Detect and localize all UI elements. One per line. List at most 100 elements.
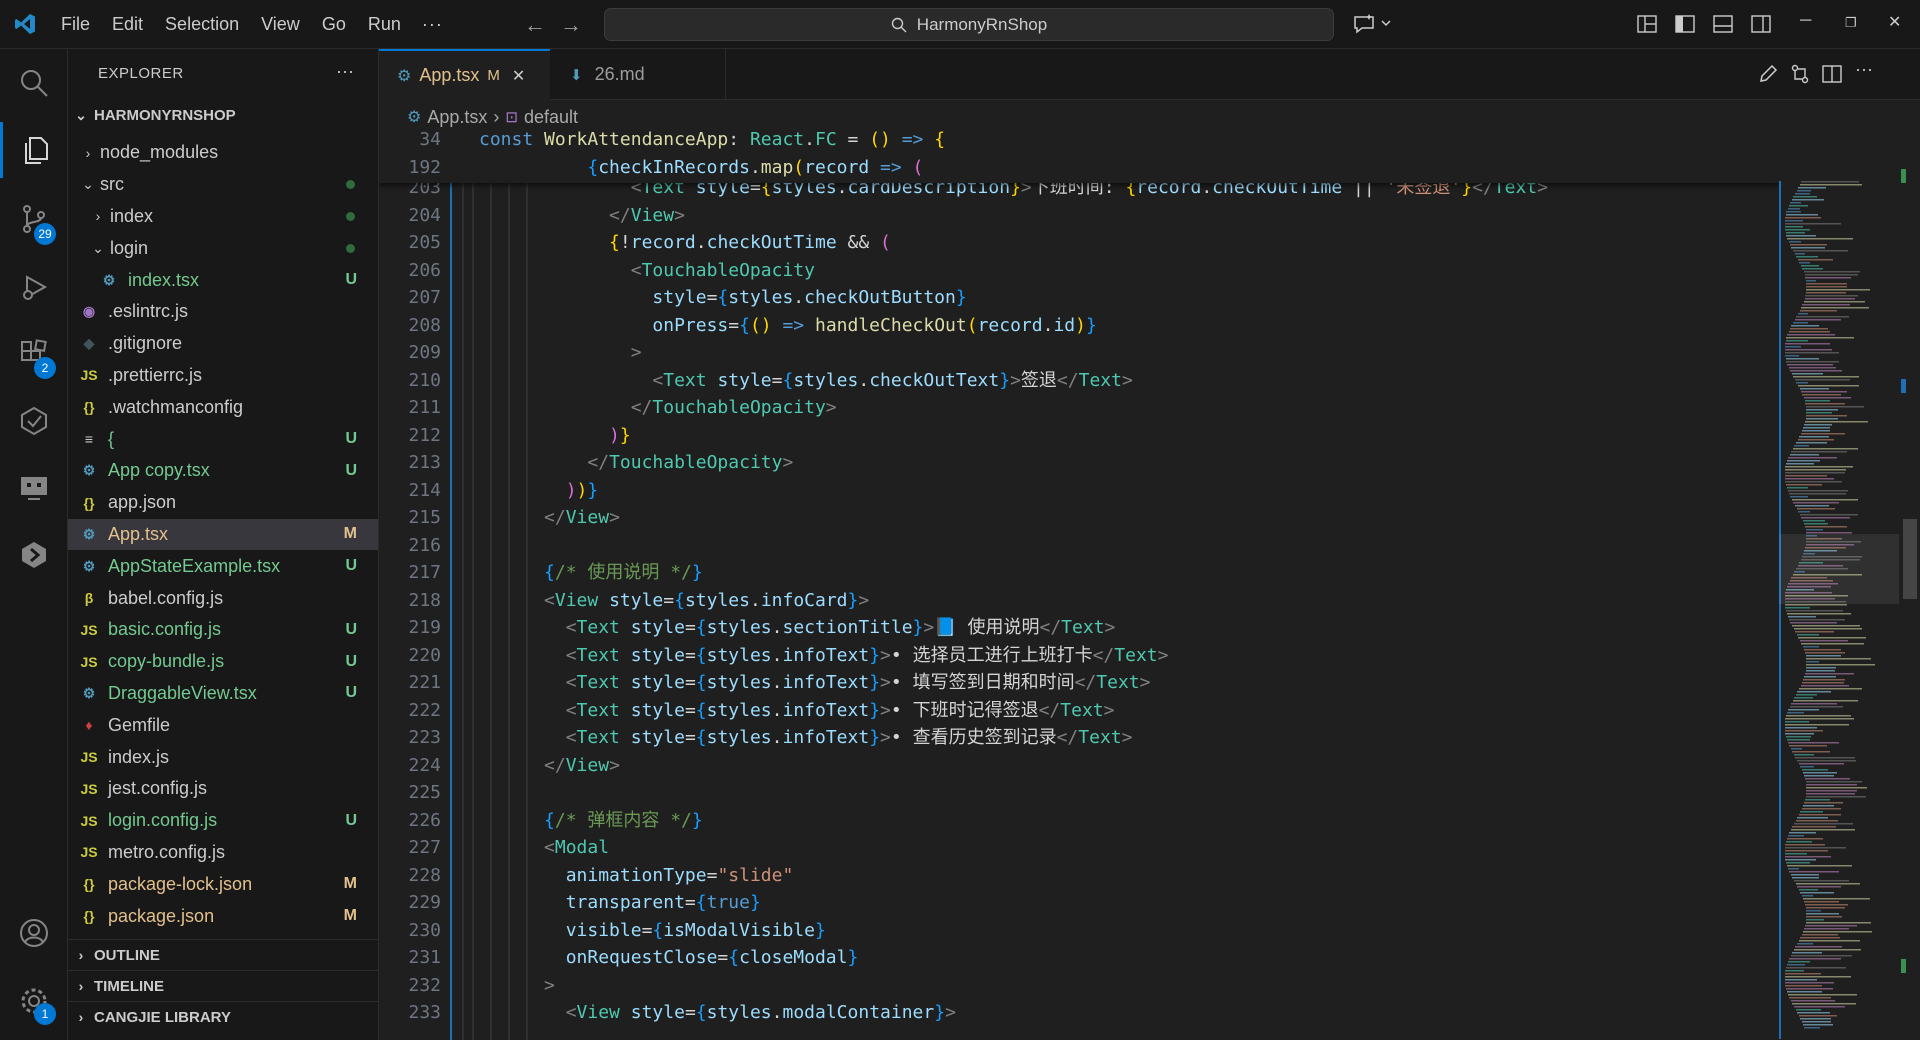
activity-extensions[interactable]: 2 bbox=[0, 325, 68, 381]
tree-file[interactable]: JS index.js bbox=[68, 741, 378, 773]
close-window-icon[interactable]: ✕ bbox=[1888, 12, 1901, 32]
code-line[interactable]: 227 <Modal bbox=[379, 834, 1779, 862]
menu-go[interactable]: Go bbox=[311, 14, 357, 35]
sticky-scroll[interactable]: 34 const WorkAttendanceApp: React.FC = ()… bbox=[379, 129, 1779, 183]
tree-folder[interactable]: › index bbox=[68, 201, 378, 233]
code-line[interactable]: 215 </View> bbox=[379, 504, 1779, 532]
vertical-scrollbar[interactable] bbox=[1899, 129, 1920, 1040]
tree-file[interactable]: {} package.json M bbox=[68, 900, 378, 932]
toggle-primary-sidebar-icon[interactable] bbox=[1674, 13, 1696, 35]
code-line[interactable]: 207 style={styles.checkOutButton} bbox=[379, 284, 1779, 312]
tree-file[interactable]: ⚙ index.tsx U bbox=[68, 264, 378, 296]
code-line[interactable]: 192 {checkInRecords.map(record => ( bbox=[379, 154, 1779, 182]
code-line[interactable]: 204 </View> bbox=[379, 202, 1779, 230]
close-icon[interactable]: ✕ bbox=[512, 66, 525, 86]
code-line[interactable]: 224 </View> bbox=[379, 752, 1779, 780]
scrollbar-thumb[interactable] bbox=[1903, 519, 1917, 599]
toggle-panel-icon[interactable] bbox=[1712, 13, 1734, 35]
tree-file[interactable]: ◆ .gitignore bbox=[68, 328, 378, 360]
tree-file[interactable]: JS copy-bundle.js U bbox=[68, 646, 378, 678]
code-line[interactable]: 233 <View style={styles.modalContainer}> bbox=[379, 999, 1779, 1027]
code-line[interactable]: 208 onPress={() => handleCheckOut(record… bbox=[379, 312, 1779, 340]
code-line[interactable]: 225 bbox=[379, 779, 1779, 807]
code-line[interactable]: 232 > bbox=[379, 972, 1779, 1000]
minimize-icon[interactable]: ─ bbox=[1800, 12, 1811, 30]
arrow-right-icon[interactable]: → bbox=[560, 12, 582, 38]
code-line[interactable]: 205 {!record.checkOutTime && ( bbox=[379, 229, 1779, 257]
code-line[interactable]: 218 <View style={styles.infoCard}> bbox=[379, 587, 1779, 615]
activity-testing[interactable] bbox=[0, 393, 68, 449]
menu-run[interactable]: Run bbox=[357, 14, 412, 35]
tree-folder[interactable]: › node_modules bbox=[68, 137, 378, 169]
tree-file[interactable]: JS metro.config.js bbox=[68, 837, 378, 869]
activity-manage[interactable]: 1 bbox=[0, 973, 68, 1029]
activity-remote-explorer[interactable] bbox=[0, 459, 68, 515]
activity-source-control[interactable]: 29 bbox=[0, 191, 68, 247]
tree-file[interactable]: ♦ Gemfile bbox=[68, 709, 378, 741]
breadcrumb-file[interactable]: App.tsx bbox=[427, 107, 487, 128]
code-line[interactable]: 226 {/* 弹框内容 */} bbox=[379, 807, 1779, 835]
tree-file[interactable]: JS login.config.js U bbox=[68, 805, 378, 837]
code-line[interactable]: 216 bbox=[379, 532, 1779, 560]
code-line[interactable]: 229 transparent={true} bbox=[379, 889, 1779, 917]
code-line[interactable]: 34 const WorkAttendanceApp: React.FC = ()… bbox=[379, 129, 1779, 154]
code-line[interactable]: 209 > bbox=[379, 339, 1779, 367]
tree-file[interactable]: ◉ .eslintrc.js bbox=[68, 296, 378, 328]
explorer-more-button[interactable]: ··· bbox=[336, 61, 354, 82]
tree-file[interactable]: ≡ {U bbox=[68, 423, 378, 455]
tree-file[interactable]: β babel.config.js bbox=[68, 582, 378, 614]
activity-explorer[interactable] bbox=[0, 122, 68, 178]
menu-file[interactable]: File bbox=[50, 14, 101, 35]
code-line[interactable]: 220 <Text style={styles.infoText}>• 选择员工… bbox=[379, 642, 1779, 670]
code-editor[interactable]: 34 const WorkAttendanceApp: React.FC = ()… bbox=[379, 129, 1779, 1040]
code-line[interactable]: 212 )} bbox=[379, 422, 1779, 450]
tree-file[interactable]: ⚙ App.tsx M bbox=[68, 518, 378, 551]
code-line[interactable]: 228 animationType="slide" bbox=[379, 862, 1779, 890]
activity-accounts[interactable] bbox=[0, 905, 68, 961]
command-center-search[interactable]: HarmonyRnShop bbox=[604, 8, 1334, 41]
timeline-section[interactable]: › TIMELINE bbox=[68, 970, 378, 1001]
tree-file[interactable]: ⚙ App copy.tsx U bbox=[68, 455, 378, 487]
code-line[interactable]: 211 </TouchableOpacity> bbox=[379, 394, 1779, 422]
activity-search[interactable] bbox=[0, 55, 68, 111]
restore-icon[interactable]: ❐ bbox=[1845, 15, 1857, 31]
cangjie-library-section[interactable]: › CANGJIE LIBRARY bbox=[68, 1001, 378, 1032]
code-line[interactable]: 230 visible={isModalVisible} bbox=[379, 917, 1779, 945]
minimap-slider[interactable] bbox=[1779, 534, 1899, 604]
open-changes-icon[interactable] bbox=[1789, 63, 1811, 85]
code-line[interactable]: 206 <TouchableOpacity bbox=[379, 257, 1779, 285]
menu-more-button[interactable]: ··· bbox=[412, 14, 453, 35]
customize-layout-icon[interactable] bbox=[1636, 13, 1658, 35]
tree-file[interactable]: {} package-lock.json M bbox=[68, 868, 378, 900]
code-line[interactable]: 214 ))} bbox=[379, 477, 1779, 505]
minimap[interactable] bbox=[1779, 129, 1899, 1040]
menu-edit[interactable]: Edit bbox=[101, 14, 154, 35]
tab-app-tsx[interactable]: ⚙ App.tsx M ✕ bbox=[379, 49, 550, 100]
tree-file[interactable]: JS jest.config.js bbox=[68, 773, 378, 805]
activity-harmony[interactable] bbox=[0, 527, 68, 583]
code-line[interactable]: 213 </TouchableOpacity> bbox=[379, 449, 1779, 477]
outline-section[interactable]: › OUTLINE bbox=[68, 939, 378, 970]
toggle-secondary-sidebar-icon[interactable] bbox=[1750, 13, 1772, 35]
copilot-chat-icon[interactable] bbox=[1352, 12, 1400, 36]
arrow-left-icon[interactable]: ← bbox=[524, 12, 546, 38]
tree-file[interactable]: JS .prettierrc.js bbox=[68, 360, 378, 392]
edit-pencil-icon[interactable] bbox=[1757, 63, 1779, 85]
split-editor-icon[interactable] bbox=[1821, 63, 1843, 85]
code-line[interactable]: 219 <Text style={styles.sectionTitle}>📘 … bbox=[379, 614, 1779, 642]
activity-run-debug[interactable] bbox=[0, 259, 68, 315]
code-line[interactable]: 221 <Text style={styles.infoText}>• 填写签到… bbox=[379, 669, 1779, 697]
code-line[interactable]: 223 <Text style={styles.infoText}>• 查看历史… bbox=[379, 724, 1779, 752]
tree-file[interactable]: ⚙ DraggableView.tsx U bbox=[68, 678, 378, 710]
tab-26-md[interactable]: ⬇ 26.md bbox=[550, 49, 726, 100]
code-line[interactable]: 210 <Text style={styles.checkOutText}>签退… bbox=[379, 367, 1779, 395]
tree-file[interactable]: ⚙ AppStateExample.tsx U bbox=[68, 550, 378, 582]
workspace-folder-header[interactable]: ⌄ HARMONYRNSHOP bbox=[68, 102, 378, 128]
tree-folder[interactable]: ⌄ src bbox=[68, 169, 378, 201]
code-line[interactable]: 231 onRequestClose={closeModal} bbox=[379, 944, 1779, 972]
menu-view[interactable]: View bbox=[250, 14, 311, 35]
tree-folder[interactable]: ⌄ login bbox=[68, 232, 378, 264]
code-line[interactable]: 222 <Text style={styles.infoText}>• 下班时记… bbox=[379, 697, 1779, 725]
more-actions-icon[interactable]: ··· bbox=[1855, 59, 1877, 81]
code-line[interactable]: 217 {/* 使用说明 */} bbox=[379, 559, 1779, 587]
